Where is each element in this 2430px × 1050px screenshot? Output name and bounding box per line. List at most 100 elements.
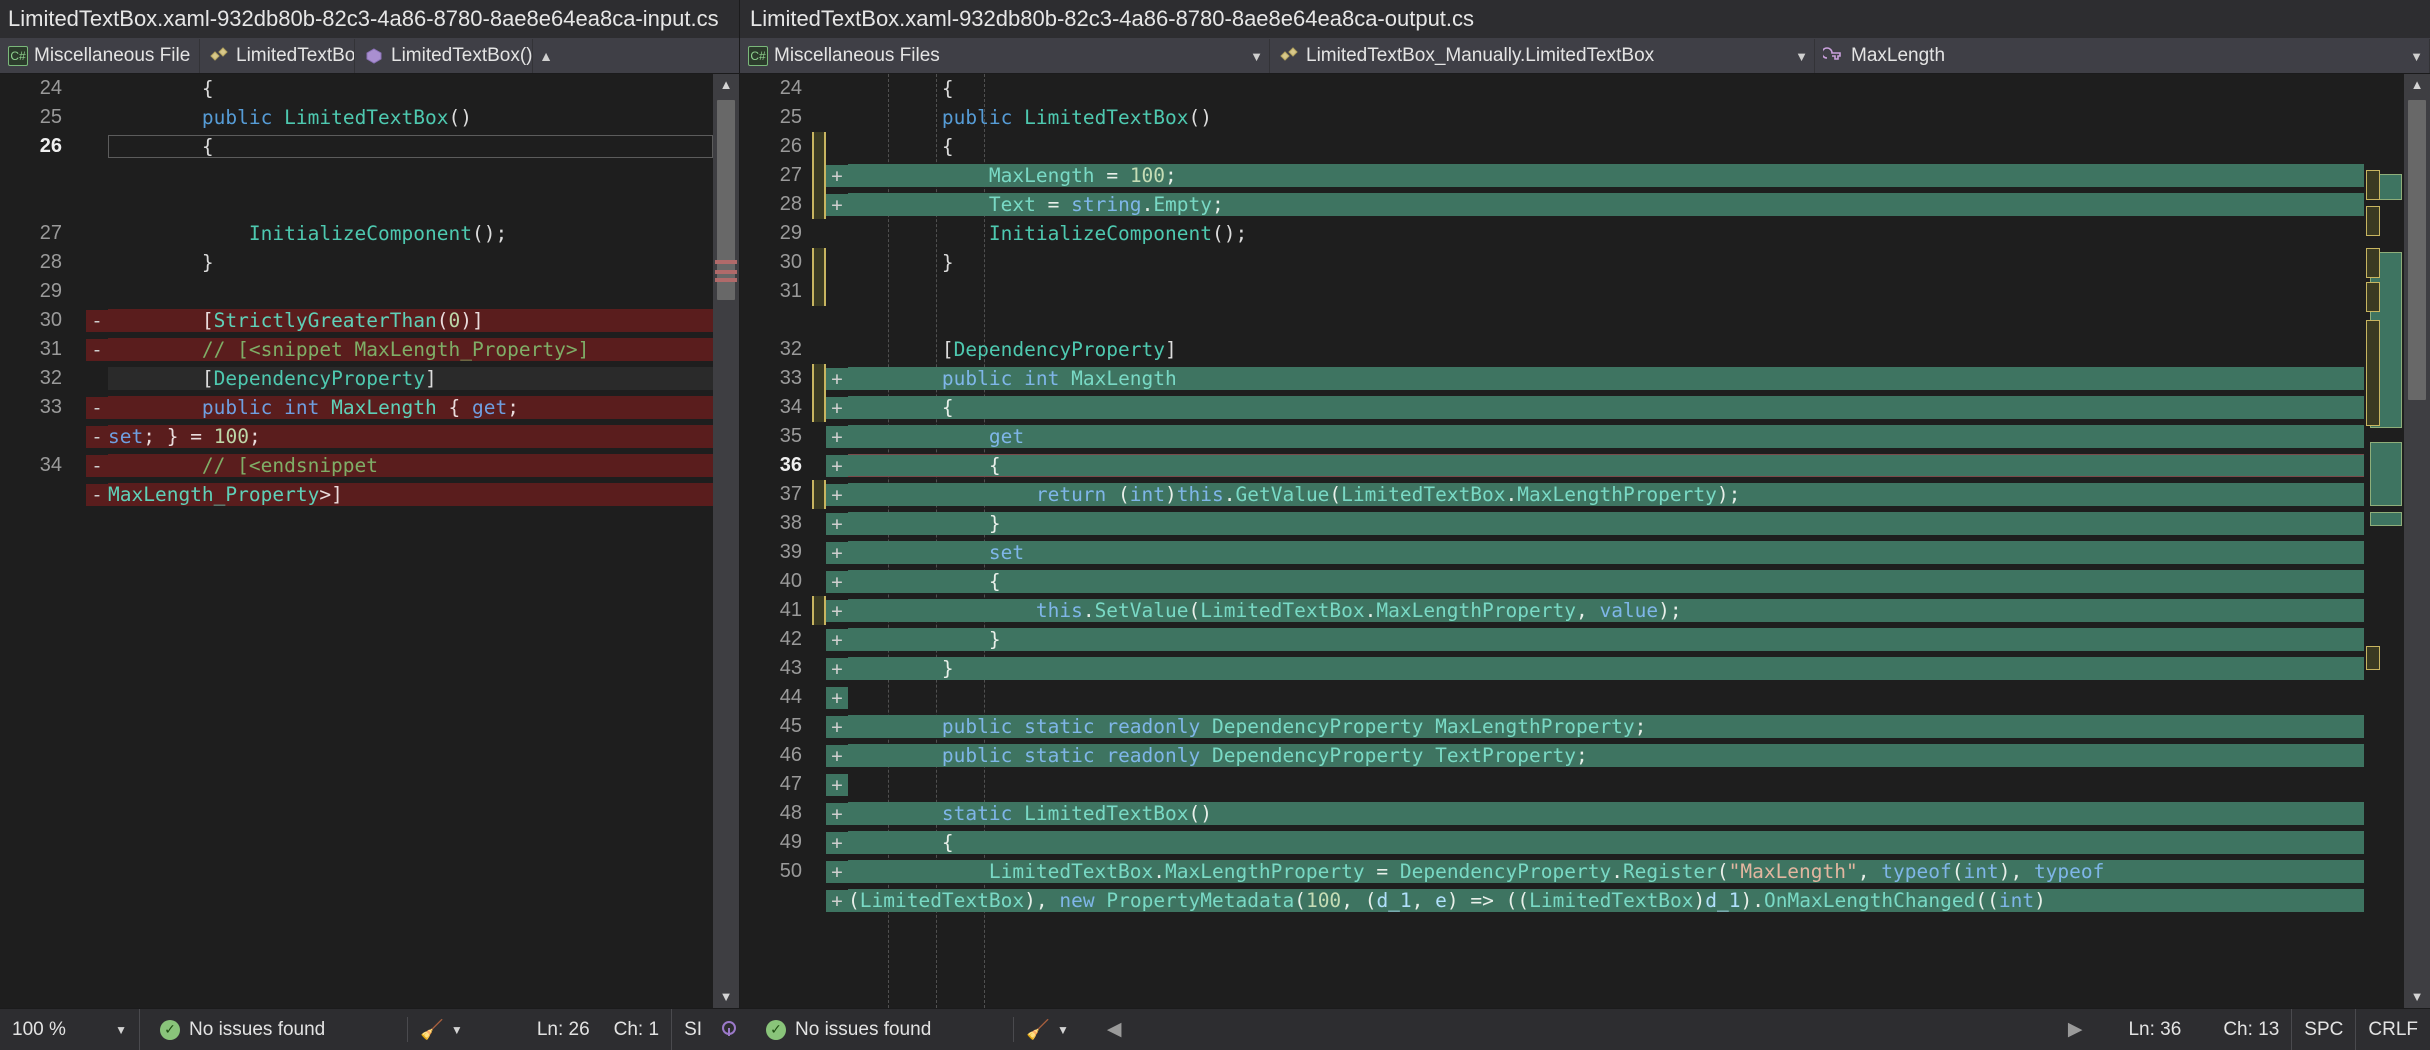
- code-text: static LimitedTextBox(): [848, 802, 2364, 825]
- code-line[interactable]: 38 + }: [740, 509, 2364, 538]
- code-line[interactable]: 43 + }: [740, 654, 2364, 683]
- right-vertical-scrollbar[interactable]: ▲ ▼: [2404, 74, 2430, 1008]
- right-nav-member-dropdown[interactable]: MaxLength ▼: [1815, 39, 2430, 73]
- left-code-cleanup-button[interactable]: 🧹 ▼: [408, 1009, 475, 1050]
- line-number: 41: [779, 599, 802, 621]
- code-line[interactable]: 32 [DependencyProperty]: [740, 335, 2364, 364]
- code-text: }: [848, 512, 2364, 535]
- code-line[interactable]: 27 InitializeComponent();: [0, 219, 713, 248]
- change-bar: [812, 886, 826, 915]
- code-line[interactable]: 34 + {: [740, 393, 2364, 422]
- diff-sign: +: [826, 715, 848, 738]
- code-line[interactable]: 49 + {: [740, 828, 2364, 857]
- code-line[interactable]: 32 [DependencyProperty]: [0, 364, 713, 393]
- right-code-area[interactable]: 24 {25 public LimitedTextBox() 26 {27 + Ma…: [740, 74, 2364, 1008]
- code-line[interactable]: + (LimitedTextBox), new PropertyMetadata(…: [740, 886, 2364, 915]
- code-line[interactable]: 33 - public int MaxLength { get;: [0, 393, 713, 422]
- line-number: 44: [779, 686, 802, 708]
- left-code-area[interactable]: 24 {25 public LimitedTextBox() 26 { 27 Ini…: [0, 74, 713, 1008]
- right-annotation-column: [2364, 74, 2404, 1008]
- cs-file-icon: C#: [748, 46, 768, 66]
- code-line[interactable]: 24 {: [0, 74, 713, 103]
- code-line[interactable]: 31: [740, 277, 2364, 306]
- right-issues-indicator[interactable]: ✓ No issues found: [752, 1009, 943, 1050]
- code-line[interactable]: 26 {: [740, 132, 2364, 161]
- left-issues-indicator[interactable]: ✓ No issues found: [140, 1009, 337, 1050]
- right-spaces-indicator[interactable]: SPC: [2291, 1009, 2355, 1050]
- status-prev-arrow[interactable]: ◀: [1081, 1009, 1134, 1050]
- code-line[interactable]: 28 }: [0, 248, 713, 277]
- code-text: get: [848, 425, 2364, 448]
- code-line[interactable]: 29: [0, 277, 713, 306]
- code-text: Text = string.Empty;: [848, 193, 2364, 216]
- code-line[interactable]: 44 +: [740, 683, 2364, 712]
- left-vertical-scrollbar[interactable]: ▲ ▼: [713, 74, 739, 1008]
- left-spaces-indicator[interactable]: SI: [671, 1009, 714, 1050]
- code-line[interactable]: 24 {: [740, 74, 2364, 103]
- code-line[interactable]: - MaxLength_Property>]: [0, 480, 713, 509]
- code-line[interactable]: 29 InitializeComponent();: [740, 219, 2364, 248]
- code-line[interactable]: 46 + public static readonly DependencyPro…: [740, 741, 2364, 770]
- change-bar: [812, 596, 826, 625]
- change-bar: [72, 103, 86, 132]
- diff-sign: -: [86, 483, 108, 506]
- right-scrollbar-thumb[interactable]: [2408, 100, 2426, 400]
- right-code-cleanup-button[interactable]: 🧹 ▼: [1014, 1009, 1081, 1050]
- code-line[interactable]: 31 - // [<snippet MaxLength_Property>]: [0, 335, 713, 364]
- change-bar: [812, 103, 826, 132]
- code-line[interactable]: 27 + MaxLength = 100;: [740, 161, 2364, 190]
- code-line[interactable]: [0, 161, 713, 190]
- scroll-up-icon[interactable]: ▲: [713, 74, 739, 96]
- code-line[interactable]: [740, 306, 2364, 335]
- diff-sign: -: [86, 309, 108, 332]
- zoom-level-dropdown[interactable]: 100 % ▼: [0, 1009, 140, 1050]
- code-line[interactable]: 33 + public int MaxLength: [740, 364, 2364, 393]
- change-bar: [72, 277, 86, 306]
- code-line[interactable]: 25 public LimitedTextBox(): [0, 103, 713, 132]
- code-line[interactable]: 25 public LimitedTextBox(): [740, 103, 2364, 132]
- scroll-down-icon[interactable]: ▼: [713, 986, 739, 1008]
- right-nav-member-label: MaxLength: [1851, 45, 1946, 66]
- line-number: 30: [39, 309, 62, 331]
- code-line[interactable]: [0, 190, 713, 219]
- code-line[interactable]: 50 + LimitedTextBox.MaxLengthProperty = D…: [740, 857, 2364, 886]
- code-line[interactable]: 42 + }: [740, 625, 2364, 654]
- code-line[interactable]: 40 + {: [740, 567, 2364, 596]
- line-number: 28: [779, 193, 802, 215]
- code-line[interactable]: 47 +: [740, 770, 2364, 799]
- code-line[interactable]: 30 }: [740, 248, 2364, 277]
- code-line[interactable]: 34 - // [<endsnippet: [0, 451, 713, 480]
- left-nav-scroll-up-button[interactable]: ▲: [533, 39, 559, 73]
- line-number: 25: [39, 106, 62, 128]
- code-line[interactable]: 37 + return (int)this.GetValue(LimitedTex…: [740, 480, 2364, 509]
- scroll-up-icon[interactable]: ▲: [2404, 74, 2430, 96]
- code-line[interactable]: 41 + this.SetValue(LimitedTextBox.MaxLeng…: [740, 596, 2364, 625]
- line-number: 45: [779, 715, 802, 737]
- scroll-down-icon[interactable]: ▼: [2404, 986, 2430, 1008]
- code-line[interactable]: - set; } = 100;: [0, 422, 713, 451]
- code-line[interactable]: 45 + public static readonly DependencyPro…: [740, 712, 2364, 741]
- code-line[interactable]: 48 + static LimitedTextBox(): [740, 799, 2364, 828]
- code-line[interactable]: 30 - [StrictlyGreaterThan(0)]: [0, 306, 713, 335]
- status-next-arrow[interactable]: ▶: [2056, 1009, 2095, 1050]
- left-nav-class-dropdown[interactable]: LimitedTextBox_M. ▼: [200, 39, 355, 73]
- right-nav-class-dropdown[interactable]: LimitedTextBox_Manually.LimitedTextBox ▼: [1270, 39, 1815, 73]
- code-line[interactable]: 39 + set: [740, 538, 2364, 567]
- code-text: set: [848, 541, 2364, 564]
- change-bar: [812, 741, 826, 770]
- left-nav-project-dropdown[interactable]: C# Miscellaneous File ▼: [0, 39, 200, 73]
- code-line[interactable]: 35 + get: [740, 422, 2364, 451]
- line-number: 38: [779, 512, 802, 534]
- line-number: 31: [779, 280, 802, 302]
- code-line[interactable]: 26 {: [0, 132, 713, 161]
- right-nav-project-dropdown[interactable]: C# Miscellaneous Files ▼: [740, 39, 1270, 73]
- code-line[interactable]: 36 + {: [740, 451, 2364, 480]
- left-issues-label: No issues found: [189, 1018, 326, 1040]
- code-line[interactable]: 28 + Text = string.Empty;: [740, 190, 2364, 219]
- code-text: [DependencyProperty]: [941, 338, 1177, 361]
- code-text: {: [848, 570, 2364, 593]
- left-nav-project-label: Miscellaneous File: [34, 45, 191, 66]
- left-navigation-bar: C# Miscellaneous File ▼ LimitedTextBox_M…: [0, 38, 739, 74]
- left-nav-member-dropdown[interactable]: LimitedTextBox() ▼: [355, 39, 533, 73]
- right-eol-indicator[interactable]: CRLF: [2355, 1009, 2430, 1050]
